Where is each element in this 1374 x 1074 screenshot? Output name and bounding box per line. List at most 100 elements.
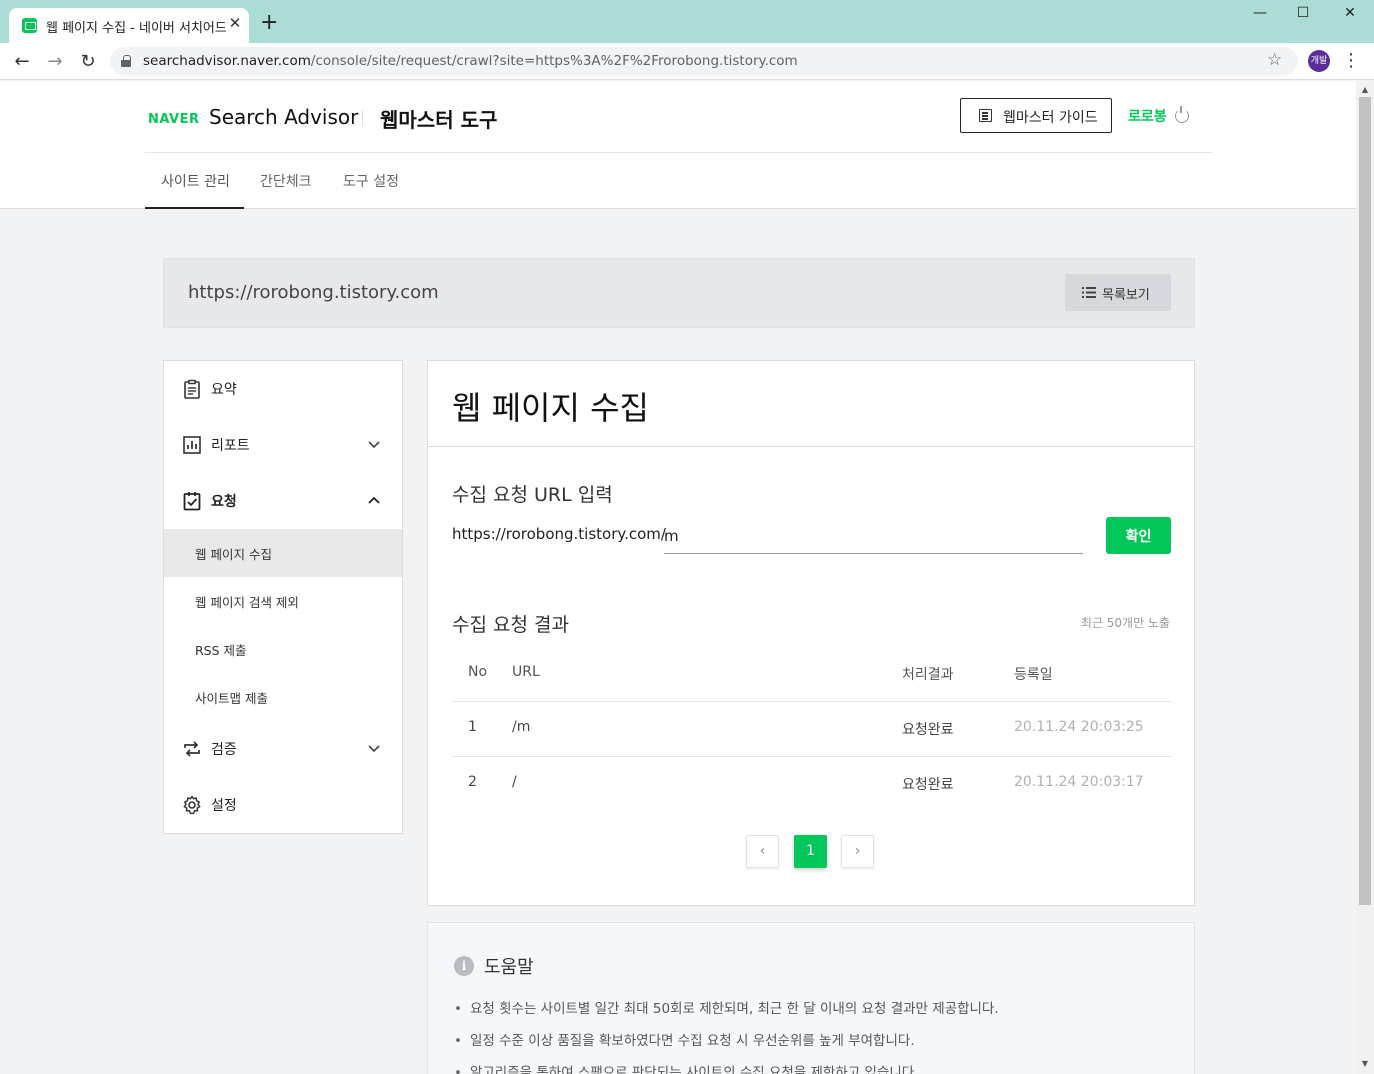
list-view-button[interactable]: 목록보기 <box>1065 274 1171 311</box>
logout-power-icon[interactable] <box>1175 106 1189 123</box>
sidebar-subitem-label: 웹 페이지 검색 제외 <box>195 595 299 610</box>
scroll-thumb[interactable] <box>1359 97 1371 905</box>
naver-favicon-icon <box>22 18 37 33</box>
sidebar-subitem-page-crawl[interactable]: 웹 페이지 수집 <box>164 529 402 577</box>
confirm-button[interactable]: 확인 <box>1106 517 1171 554</box>
sidebar-item-label: 설정 <box>211 798 237 814</box>
table-row-line <box>452 756 1171 757</box>
result-note: 최근 50개만 노출 <box>1080 616 1170 630</box>
forward-arrow-icon[interactable]: → <box>43 50 67 74</box>
card-divider <box>428 446 1194 447</box>
check-clipboard-icon <box>183 492 201 511</box>
nav-quick-check[interactable]: 간단체크 <box>260 171 312 191</box>
repeat-icon <box>184 741 200 757</box>
url-host: searchadvisor.naver.com <box>143 53 311 69</box>
new-tab-button[interactable]: + <box>260 12 278 34</box>
pagination-next-button[interactable]: › <box>841 835 874 868</box>
sidebar-subitem-page-exclude[interactable]: 웹 페이지 검색 제외 <box>164 577 402 625</box>
pagination-page-button[interactable]: 1 <box>794 835 827 868</box>
help-item: 요청 횟수는 사이트별 일간 최대 50회로 제한되며, 최근 한 달 이내의 … <box>454 997 999 1017</box>
sidebar-subitem-sitemap[interactable]: 사이트맵 제출 <box>164 673 402 721</box>
profile-avatar[interactable]: 개발 <box>1308 50 1330 72</box>
pagination-prev-button[interactable]: ‹ <box>746 835 779 868</box>
nav-active-underline <box>145 207 244 209</box>
table-header-line <box>452 701 1171 702</box>
page-scrollbar[interactable]: ▲ ▼ <box>1356 81 1374 1074</box>
brand-name[interactable]: Search Advisor <box>209 105 358 129</box>
browser-menu-icon[interactable]: ⋮ <box>1341 50 1361 72</box>
browser-tab[interactable]: 웹 페이지 수집 - 네이버 서치어드바이저 ✕ <box>9 8 249 43</box>
chevron-down-icon[interactable] <box>368 738 380 758</box>
chevron-down-icon[interactable] <box>368 434 380 454</box>
tab-close-icon[interactable]: ✕ <box>227 15 243 31</box>
sidebar-subitem-label: 사이트맵 제출 <box>195 691 268 706</box>
crawl-request-card: 웹 페이지 수집 수집 요청 URL 입력 https://rorobong.t… <box>427 360 1195 906</box>
nav-tool-settings[interactable]: 도구 설정 <box>343 171 399 191</box>
row-date: 20.11.24 20:03:25 <box>1014 719 1144 735</box>
row-no: 2 <box>468 774 477 790</box>
page-viewport: NAVER Search Advisor 웹마스터 도구 웹마스터 가이드 로로… <box>0 81 1356 1074</box>
help-title: 도움말 <box>484 957 534 978</box>
nav-site-management[interactable]: 사이트 관리 <box>161 171 230 191</box>
crawl-url-input[interactable] <box>664 520 1083 554</box>
sidebar-subitem-label: 웹 페이지 수집 <box>195 547 272 562</box>
sidebar-item-label: 리포트 <box>211 438 250 454</box>
sidebar-item-label: 요약 <box>211 382 237 398</box>
url-path: /console/site/request/crawl?site=https%3… <box>310 53 798 69</box>
bar-chart-icon <box>183 436 201 454</box>
row-status: 요청완료 <box>902 777 954 793</box>
sidebar-item-verify[interactable]: 검증 <box>164 729 402 769</box>
url-prefix: https://rorobong.tistory.com/ <box>452 525 666 543</box>
window-minimize-icon[interactable]: — <box>1245 5 1275 25</box>
row-no: 1 <box>468 719 477 735</box>
tool-name[interactable]: 웹마스터 도구 <box>380 104 497 133</box>
user-name[interactable]: 로로봉 <box>1128 106 1167 126</box>
sidebar-item-label: 검증 <box>211 742 237 758</box>
scroll-up-arrow-icon[interactable]: ▲ <box>1356 83 1374 97</box>
sidebar-subitem-label: RSS 제출 <box>195 643 247 658</box>
chevron-up-icon[interactable] <box>368 490 380 510</box>
site-bar: https://rorobong.tistory.com 목록보기 <box>163 258 1195 328</box>
sidebar-item-label: 요청 <box>211 494 237 510</box>
browser-tabstrip: 웹 페이지 수집 - 네이버 서치어드바이저 ✕ + — ☐ ✕ <box>0 0 1374 43</box>
guide-button-label: 웹마스터 가이드 <box>1003 110 1098 126</box>
table-header-status: 처리결과 <box>902 667 954 683</box>
page-title: 웹 페이지 수집 <box>452 389 649 427</box>
tab-title: 웹 페이지 수집 - 네이버 서치어드바이저 <box>46 21 226 36</box>
row-url: /m <box>512 719 531 735</box>
list-view-label: 목록보기 <box>1102 288 1150 303</box>
sidebar-item-summary[interactable]: 요약 <box>164 369 402 409</box>
site-url: https://rorobong.tistory.com <box>188 282 439 303</box>
naver-logo[interactable]: NAVER <box>148 112 200 127</box>
guide-book-icon <box>979 109 992 122</box>
reload-icon[interactable]: ↻ <box>76 50 100 74</box>
clipboard-icon <box>184 379 200 399</box>
site-header: NAVER Search Advisor 웹마스터 도구 웹마스터 가이드 로로… <box>0 81 1356 209</box>
address-bar-url[interactable]: searchadvisor.naver.com/console/site/req… <box>143 53 798 69</box>
back-arrow-icon[interactable]: ← <box>10 50 34 74</box>
gear-icon <box>183 795 201 815</box>
sidebar-subitem-rss[interactable]: RSS 제출 <box>164 625 402 673</box>
info-icon: i <box>454 956 474 976</box>
browser-toolbar: ← → ↻ searchadvisor.naver.com/console/si… <box>0 43 1374 80</box>
table-header-date: 등록일 <box>1014 667 1053 683</box>
result-section-title: 수집 요청 결과 <box>452 614 569 636</box>
header-divider <box>145 152 1213 153</box>
row-url: / <box>512 774 517 790</box>
list-icon <box>1082 287 1096 298</box>
bookmark-star-icon[interactable]: ☆ <box>1267 50 1282 70</box>
sidebar-item-settings[interactable]: 설정 <box>164 785 402 825</box>
sidebar: 요약 리포트 요청 웹 페이지 수집 웹 페이지 검색 제외 RSS 제출 사이… <box>163 360 403 834</box>
request-section-title: 수집 요청 URL 입력 <box>452 484 613 506</box>
sidebar-item-report[interactable]: 리포트 <box>164 425 402 465</box>
lock-icon[interactable] <box>121 55 131 67</box>
help-item: 알고리즘을 통하여 스팸으로 판단되는 사이트의 수집 요청을 제한하고 있습니… <box>454 1061 918 1074</box>
address-bar[interactable]: searchadvisor.naver.com/console/site/req… <box>110 47 1298 76</box>
scroll-down-arrow-icon[interactable]: ▼ <box>1356 1057 1374 1071</box>
window-close-icon[interactable]: ✕ <box>1335 5 1365 25</box>
row-status: 요청완료 <box>902 722 954 738</box>
sidebar-item-request[interactable]: 요청 <box>164 481 402 521</box>
window-maximize-icon[interactable]: ☐ <box>1288 5 1318 25</box>
webmaster-guide-button[interactable]: 웹마스터 가이드 <box>960 98 1112 133</box>
help-item: 일정 수준 이상 품질을 확보하였다면 수집 요청 시 우선순위를 높게 부여합… <box>454 1029 915 1049</box>
